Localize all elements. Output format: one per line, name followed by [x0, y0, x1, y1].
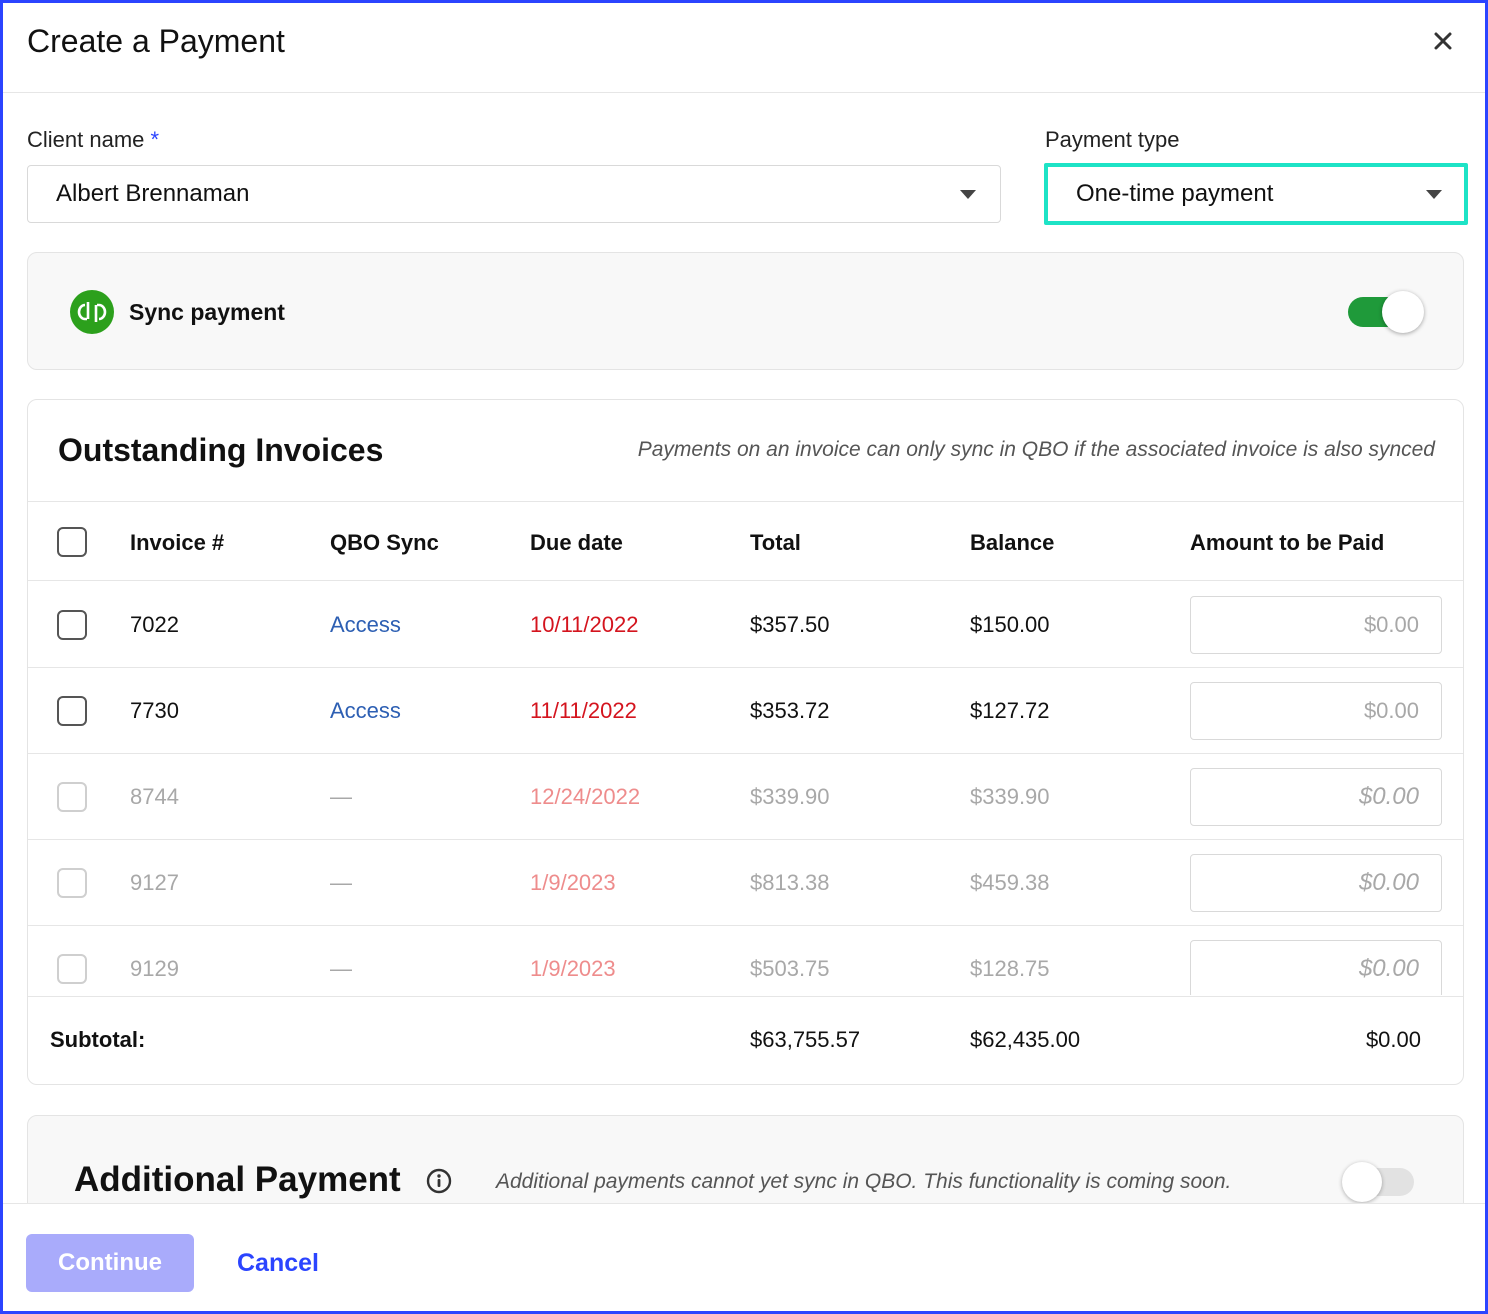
due-date: 1/9/2023 [530, 956, 616, 981]
due-date: 10/11/2022 [530, 612, 639, 637]
row-checkbox[interactable] [57, 610, 87, 640]
total: $813.38 [750, 870, 830, 895]
additional-payment-note: Additional payments cannot yet sync in Q… [496, 1170, 1232, 1193]
row-checkbox[interactable] [57, 954, 87, 984]
balance: $459.38 [970, 870, 1050, 895]
quickbooks-logo-icon [70, 290, 114, 334]
payment-type-select[interactable]: One-time payment [1044, 163, 1468, 225]
client-name-label: Client name * [27, 127, 159, 153]
close-icon [1434, 32, 1452, 50]
invoice-number: 9127 [130, 870, 179, 895]
invoice-number: 7730 [130, 698, 179, 723]
invoices-sync-note: Payments on an invoice can only sync in … [637, 438, 1435, 461]
client-name-label-text: Client name [27, 127, 145, 152]
col-balance: Balance [970, 530, 1055, 555]
balance: $150.00 [970, 612, 1050, 637]
qbo-sync-status: — [330, 784, 352, 809]
amount-input[interactable] [1190, 768, 1442, 826]
qbo-sync-link[interactable]: Access [330, 698, 401, 724]
invoice-number: 9129 [130, 956, 179, 981]
due-date: 1/9/2023 [530, 870, 616, 895]
amount-input[interactable] [1190, 854, 1442, 912]
subtotal-balance: $62,435.00 [970, 1027, 1081, 1052]
invoice-number: 7022 [130, 612, 179, 637]
qbo-sync-status: — [330, 870, 352, 895]
subtotal-row: Subtotal: $63,755.57 $62,435.00 $0.00 [28, 996, 1463, 1084]
continue-button[interactable]: Continue [26, 1234, 194, 1292]
required-asterisk: * [150, 127, 160, 152]
qbo-sync-status: — [330, 956, 352, 981]
create-payment-modal: Create a Payment Client name * Albert Br… [0, 0, 1488, 1314]
col-amount-to-be-paid: Amount to be Paid [1190, 530, 1385, 555]
total: $503.75 [750, 956, 830, 981]
table-row: 7730 Access 11/11/2022 $353.72 $127.72 [28, 668, 1463, 754]
toggle-knob [1382, 291, 1424, 333]
subtotal-total: $63,755.57 [750, 1027, 861, 1052]
total: $353.72 [750, 698, 830, 723]
modal-footer: Continue Cancel [3, 1203, 1485, 1311]
select-all-checkbox[interactable] [57, 527, 87, 557]
amount-input[interactable] [1190, 596, 1442, 654]
chevron-down-icon [1426, 190, 1442, 199]
info-icon[interactable] [426, 1168, 452, 1194]
invoice-table-header: Invoice # QBO Sync Due date Total Balanc… [28, 501, 1463, 581]
invoice-number: 8744 [130, 784, 179, 809]
amount-input[interactable] [1190, 940, 1442, 995]
cancel-button[interactable]: Cancel [225, 1234, 331, 1292]
balance: $339.90 [970, 784, 1050, 809]
additional-payment-title: Additional Payment [74, 1160, 401, 1199]
balance: $128.75 [970, 956, 1050, 981]
subtotal-amount: $0.00 [1365, 1027, 1421, 1052]
total: $357.50 [750, 612, 830, 637]
col-due-date: Due date [530, 530, 623, 555]
table-row: 8744 — 12/24/2022 $339.90 $339.90 [28, 754, 1463, 840]
subtotal-label: Subtotal: [50, 1027, 146, 1052]
payment-type-label: Payment type [1045, 127, 1180, 152]
table-row: 7022 Access 10/11/2022 $357.50 $150.00 [28, 582, 1463, 668]
chevron-down-icon [960, 190, 976, 199]
row-checkbox[interactable] [57, 696, 87, 726]
amount-input[interactable] [1190, 682, 1442, 740]
client-name-value: Albert Brennaman [56, 180, 250, 207]
table-row: 9127 — 1/9/2023 $813.38 $459.38 [28, 840, 1463, 926]
row-checkbox[interactable] [57, 868, 87, 898]
col-total: Total [750, 530, 801, 555]
sync-payment-toggle[interactable] [1348, 291, 1424, 333]
table-row: 9129 — 1/9/2023 $503.75 $128.75 [28, 926, 1463, 995]
sync-payment-label: Sync payment [129, 299, 285, 325]
invoice-table-body: 7022 Access 10/11/2022 $357.50 $150.00 7… [28, 582, 1463, 995]
payment-type-value: One-time payment [1076, 180, 1274, 207]
due-date: 12/24/2022 [530, 784, 641, 809]
due-date: 11/11/2022 [530, 698, 637, 723]
modal-header: Create a Payment [3, 3, 1485, 93]
additional-payment-toggle[interactable] [1342, 1162, 1414, 1202]
row-checkbox[interactable] [57, 782, 87, 812]
col-invoice-number: Invoice # [130, 530, 225, 555]
modal-title: Create a Payment [27, 23, 285, 59]
toggle-knob [1342, 1162, 1382, 1202]
outstanding-invoices-card: Outstanding Invoices Payments on an invo… [27, 399, 1464, 1085]
sync-payment-card: Sync payment [27, 252, 1464, 370]
qbo-sync-link[interactable]: Access [330, 612, 401, 638]
total: $339.90 [750, 784, 830, 809]
close-button[interactable] [1427, 25, 1459, 57]
client-name-select[interactable]: Albert Brennaman [27, 165, 1001, 223]
outstanding-invoices-title: Outstanding Invoices [58, 432, 384, 468]
balance: $127.72 [970, 698, 1050, 723]
col-qbo-sync: QBO Sync [330, 530, 439, 555]
